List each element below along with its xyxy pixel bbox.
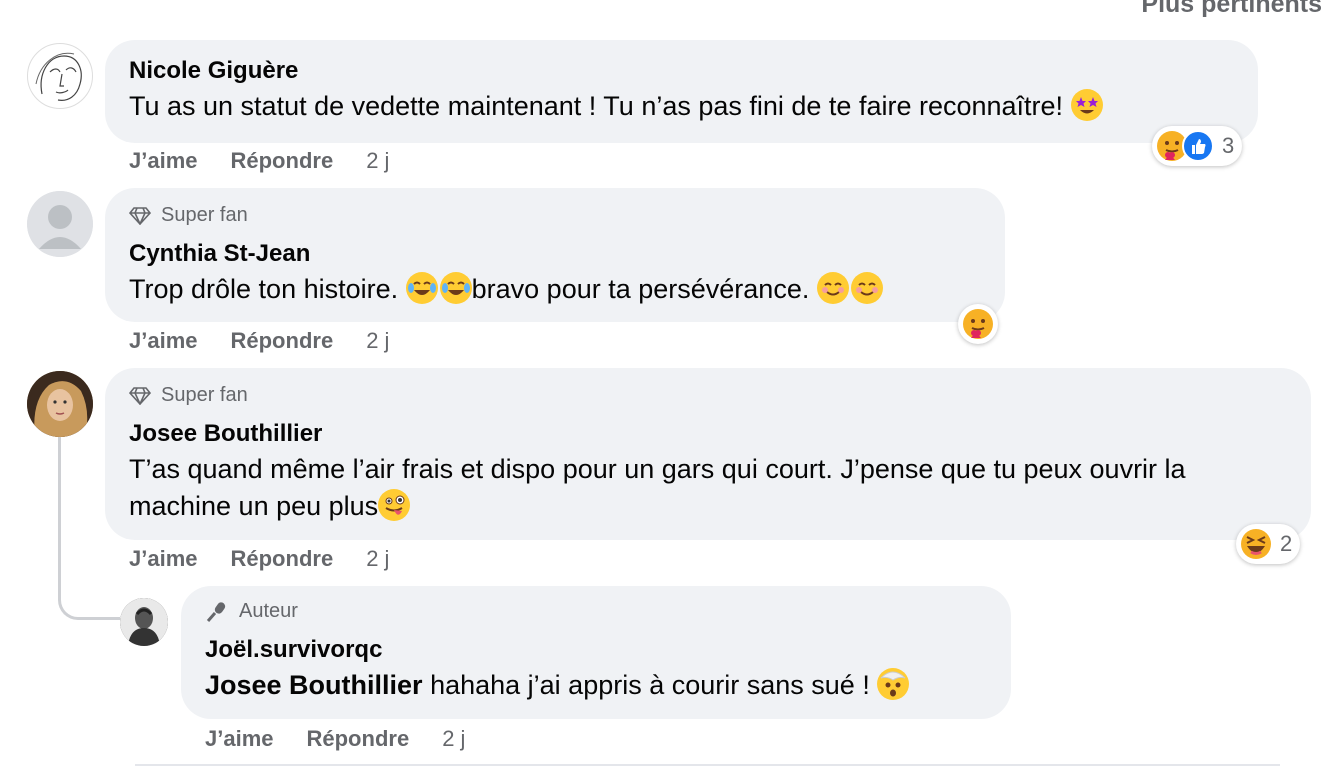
reply-button[interactable]: Répondre (307, 726, 410, 752)
comment-actions: J’aime Répondre 2 j (129, 148, 422, 174)
comment-text: T’as quand même l’air frais et dispo pou… (129, 454, 1186, 521)
comment-bubble: Super fan Cynthia St-Jean Trop drôle ton… (105, 188, 1005, 322)
reply-button[interactable]: Répondre (231, 546, 334, 572)
reply-button[interactable]: Répondre (231, 148, 334, 174)
mention-link[interactable]: Josee Bouthillier (205, 670, 423, 700)
comment-timestamp[interactable]: 2 j (366, 148, 389, 174)
like-button[interactable]: J’aime (205, 726, 274, 752)
avatar[interactable] (27, 191, 93, 257)
comment-actions: J’aime Répondre 2 j (129, 328, 422, 354)
haha-emoji-icon (1240, 528, 1272, 560)
diamond-icon (129, 386, 151, 405)
author-badge[interactable]: Auteur (205, 600, 987, 623)
reply-button[interactable]: Répondre (231, 328, 334, 354)
zany-tongue-emoji (378, 489, 411, 521)
avatar[interactable] (27, 371, 93, 437)
avatar[interactable] (120, 598, 168, 646)
smiling-blush-emoji (850, 272, 883, 304)
reaction-count: 3 (1222, 133, 1235, 158)
reactions-summary[interactable] (958, 304, 998, 344)
like-button[interactable]: J’aime (129, 546, 198, 572)
avatar[interactable] (27, 43, 93, 109)
comment-text: Josee Bouthillier hahaha j’ai appris à c… (205, 667, 987, 704)
comment-timestamp[interactable]: 2 j (366, 328, 389, 354)
tears-of-joy-emoji (439, 272, 472, 304)
comment-timestamp[interactable]: 2 j (366, 546, 389, 572)
like-button[interactable]: J’aime (129, 328, 198, 354)
reaction-count: 2 (1280, 531, 1293, 556)
comment-actions: J’aime Répondre 2 j (129, 546, 422, 572)
reply-bubble: Auteur Joël.survivorqc Josee Bouthillier… (181, 586, 1011, 719)
comment-bubble: Nicole Giguère Tu as un statut de vedett… (105, 40, 1258, 143)
comment-author[interactable]: Nicole Giguère (129, 54, 1234, 88)
reply-actions: J’aime Répondre 2 j (205, 726, 498, 752)
comment-timestamp[interactable]: 2 j (442, 726, 465, 752)
comment-text: Tu as un statut de vedette maintenant ! … (129, 88, 1234, 125)
sort-dropdown[interactable]: Plus pertinents (1141, 0, 1322, 19)
like-button[interactable]: J’aime (129, 148, 198, 174)
comment-author[interactable]: Joël.survivorqc (205, 633, 987, 667)
like-emoji-icon (1182, 130, 1214, 162)
star-struck-emoji (1070, 89, 1103, 121)
reactions-summary[interactable]: 2 (1236, 524, 1301, 564)
smiling-blush-emoji (816, 272, 849, 304)
comment-author[interactable]: Cynthia St-Jean (129, 237, 981, 271)
comment-author[interactable]: Josee Bouthillier (129, 417, 1287, 451)
reactions-summary[interactable]: 3 (1152, 126, 1243, 166)
care-emoji-icon (962, 308, 994, 340)
tears-of-joy-emoji (405, 272, 438, 304)
microphone-icon (206, 601, 226, 622)
exploding-head-emoji (877, 668, 910, 700)
comment-text: Trop drôle ton histoire. bravo pour ta p… (129, 271, 981, 308)
diamond-icon (129, 206, 151, 225)
comment-bubble: Super fan Josee Bouthillier T’as quand m… (105, 368, 1311, 540)
super-fan-badge[interactable]: Super fan (129, 384, 1287, 407)
super-fan-badge[interactable]: Super fan (129, 204, 981, 227)
